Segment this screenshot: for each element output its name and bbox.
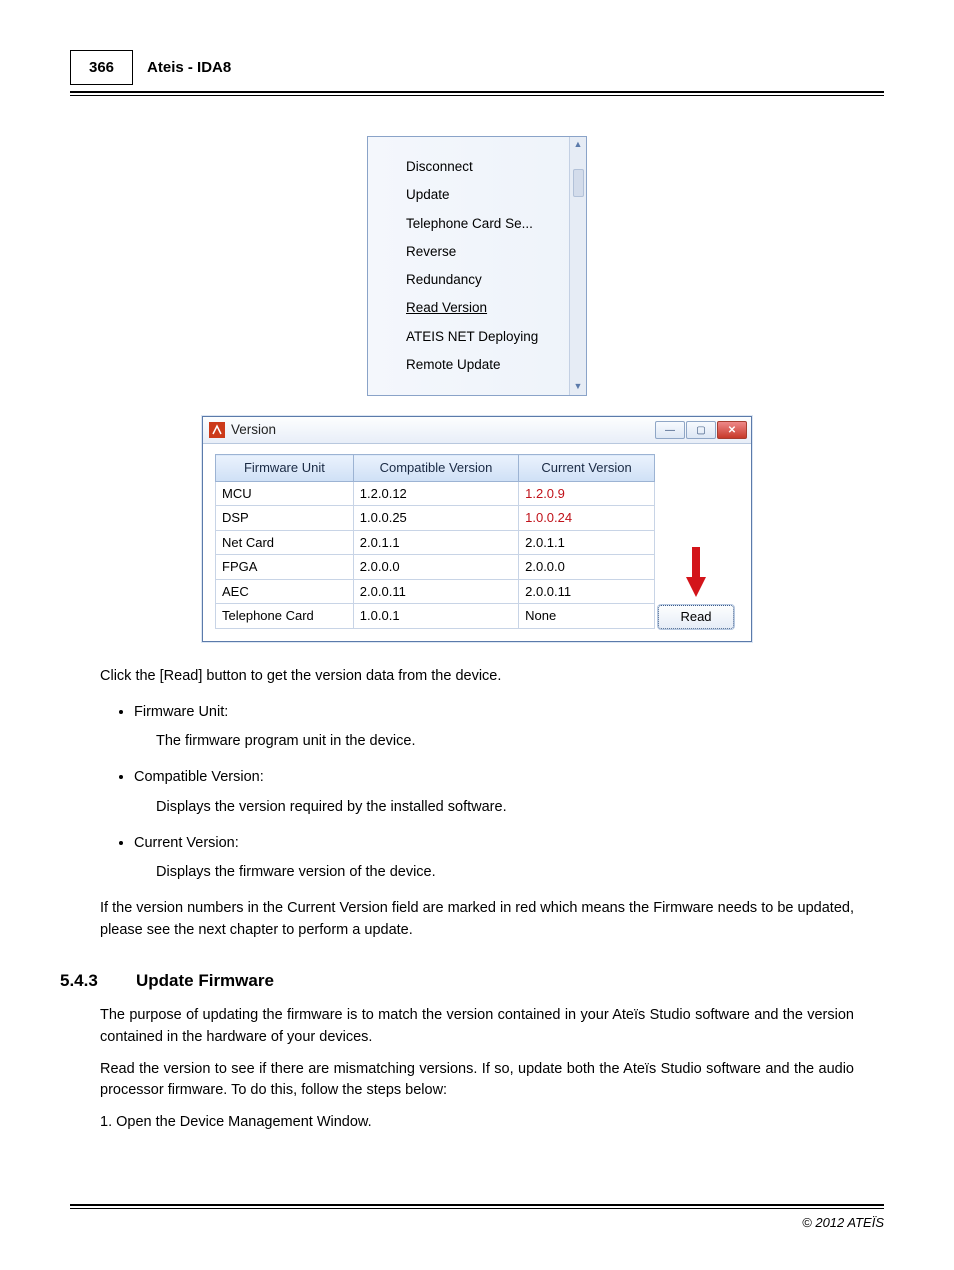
bullet-item: Firmware Unit: xyxy=(134,702,854,724)
cell-unit: MCU xyxy=(216,481,354,506)
cell-current: None xyxy=(519,604,655,629)
version-table: Firmware UnitCompatible VersionCurrent V… xyxy=(215,454,655,629)
cell-unit: Telephone Card xyxy=(216,604,354,629)
menu-item[interactable]: Reverse xyxy=(406,238,563,266)
table-row: DSP1.0.0.251.0.0.24 xyxy=(216,506,655,531)
cell-compatible: 2.0.0.0 xyxy=(353,555,518,580)
window-titlebar: Version — ▢ ✕ xyxy=(203,417,751,444)
header-title: Ateis - IDA8 xyxy=(133,50,245,85)
cell-compatible: 2.0.1.1 xyxy=(353,530,518,555)
cell-compatible: 1.0.0.25 xyxy=(353,506,518,531)
table-row: FPGA2.0.0.02.0.0.0 xyxy=(216,555,655,580)
cell-current: 2.0.0.11 xyxy=(519,579,655,604)
scroll-down-icon[interactable]: ▼ xyxy=(570,379,586,395)
bullet-desc: Displays the firmware version of the dev… xyxy=(156,862,854,884)
column-header: Current Version xyxy=(519,455,655,482)
minimize-button[interactable]: — xyxy=(655,421,685,439)
cell-compatible: 1.2.0.12 xyxy=(353,481,518,506)
column-header: Firmware Unit xyxy=(216,455,354,482)
cell-unit: DSP xyxy=(216,506,354,531)
bullet-item: Current Version: xyxy=(134,833,854,855)
read-button[interactable]: Read xyxy=(658,605,734,629)
scroll-thumb[interactable] xyxy=(573,169,584,197)
table-row: AEC2.0.0.112.0.0.11 xyxy=(216,579,655,604)
menu-item[interactable]: ATEIS NET Deploying xyxy=(406,323,563,351)
scroll-up-icon[interactable]: ▲ xyxy=(570,137,586,153)
column-header: Compatible Version xyxy=(353,455,518,482)
bullet-item: Compatible Version: xyxy=(134,767,854,789)
section-p2: Read the version to see if there are mis… xyxy=(100,1059,854,1103)
page-number: 366 xyxy=(70,50,133,85)
menu-item[interactable]: Disconnect xyxy=(406,153,563,181)
app-icon xyxy=(209,422,225,438)
maximize-button[interactable]: ▢ xyxy=(686,421,716,439)
cell-current: 2.0.1.1 xyxy=(519,530,655,555)
cell-current: 2.0.0.0 xyxy=(519,555,655,580)
menu-item[interactable]: Read Version xyxy=(406,294,563,322)
cell-compatible: 1.0.0.1 xyxy=(353,604,518,629)
intro-text: Click the [Read] button to get the versi… xyxy=(100,666,854,688)
close-button[interactable]: ✕ xyxy=(717,421,747,439)
footer-copyright: © 2012 ATEÏS xyxy=(70,1208,884,1230)
context-menu-figure: DisconnectUpdateTelephone Card Se...Reve… xyxy=(367,136,587,396)
table-row: Telephone Card1.0.0.1None xyxy=(216,604,655,629)
section-step1: 1. Open the Device Management Window. xyxy=(100,1112,854,1134)
section-p1: The purpose of updating the firmware is … xyxy=(100,1005,854,1049)
cell-current: 1.2.0.9 xyxy=(519,481,655,506)
note-text: If the version numbers in the Current Ve… xyxy=(100,898,854,942)
scrollbar[interactable]: ▲ ▼ xyxy=(569,137,586,395)
cell-unit: Net Card xyxy=(216,530,354,555)
section-title: Update Firmware xyxy=(136,968,274,994)
menu-item[interactable]: Remote Update xyxy=(406,351,563,379)
menu-item[interactable]: Redundancy xyxy=(406,266,563,294)
window-title: Version xyxy=(231,420,276,440)
arrow-down-icon xyxy=(686,547,706,597)
cell-unit: AEC xyxy=(216,579,354,604)
menu-item[interactable]: Update xyxy=(406,181,563,209)
cell-current: 1.0.0.24 xyxy=(519,506,655,531)
table-row: Net Card2.0.1.12.0.1.1 xyxy=(216,530,655,555)
table-row: MCU1.2.0.121.2.0.9 xyxy=(216,481,655,506)
menu-item[interactable]: Telephone Card Se... xyxy=(406,210,563,238)
cell-unit: FPGA xyxy=(216,555,354,580)
version-window-figure: Version — ▢ ✕ Firmware UnitCompatible Ve… xyxy=(202,416,752,642)
bullet-desc: The firmware program unit in the device. xyxy=(156,731,854,753)
cell-compatible: 2.0.0.11 xyxy=(353,579,518,604)
section-number: 5.4.3 xyxy=(60,968,136,994)
bullet-desc: Displays the version required by the ins… xyxy=(156,797,854,819)
